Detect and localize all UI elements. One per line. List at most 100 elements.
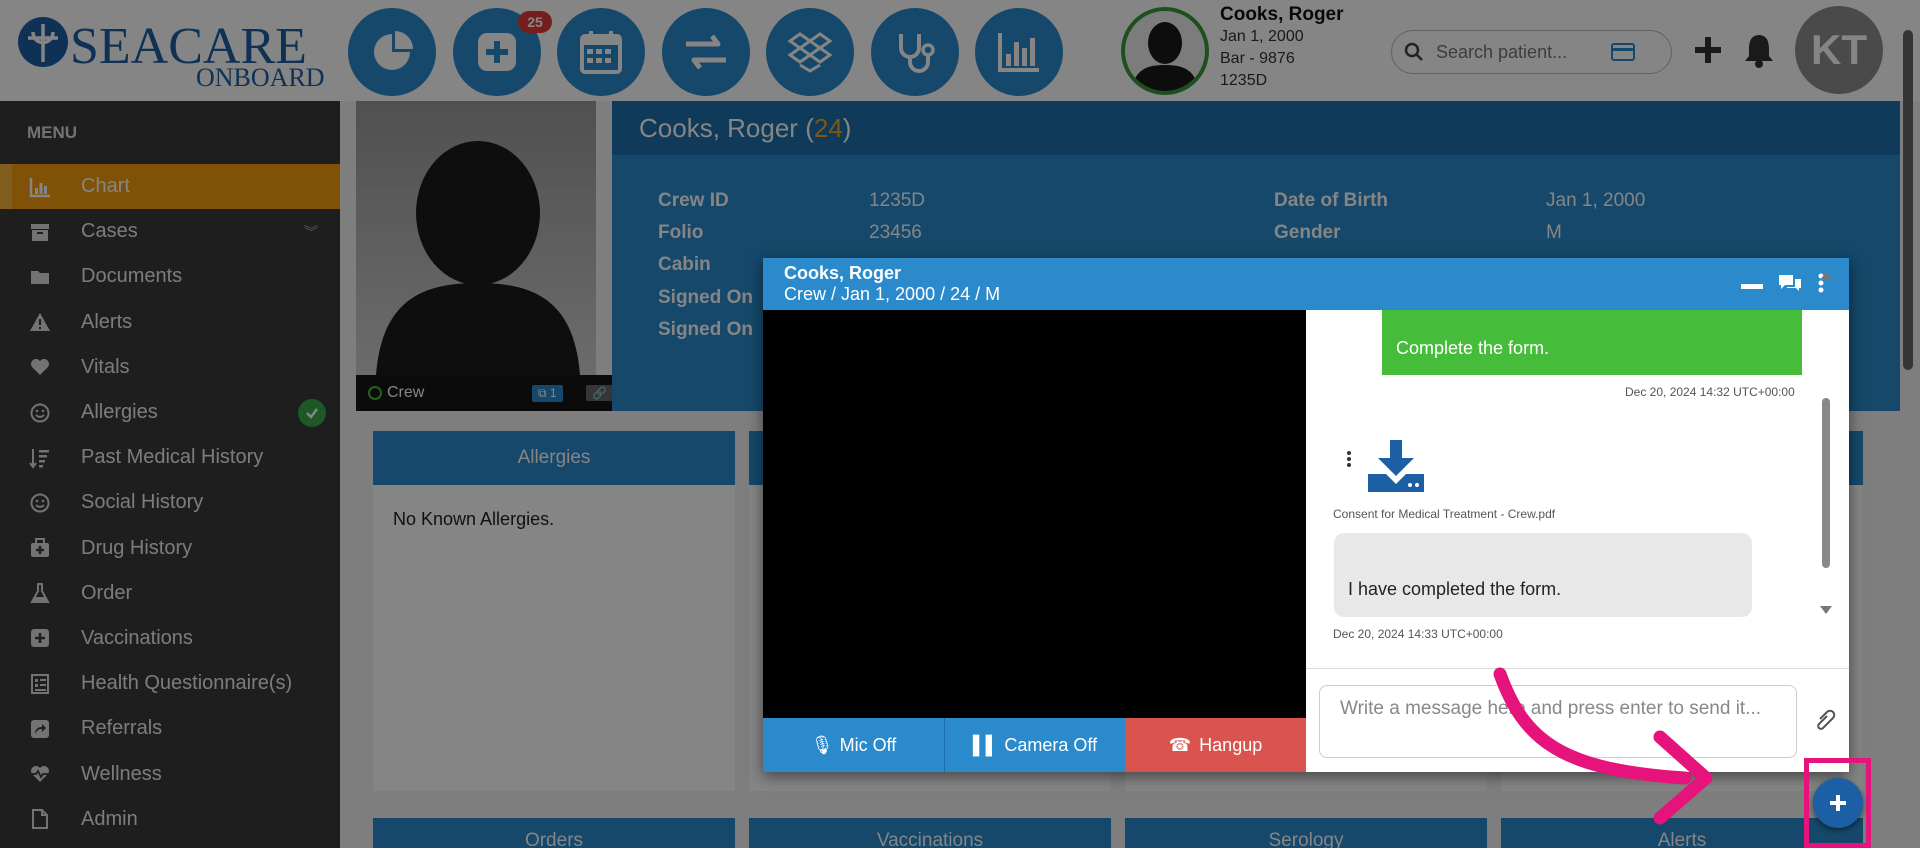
folio-value: 23456 bbox=[869, 222, 922, 243]
sidebar-item-vaccinations[interactable]: Vaccinations bbox=[0, 616, 340, 661]
dob-label: Date of Birth bbox=[1274, 190, 1388, 211]
page-scrollbar[interactable] bbox=[1903, 30, 1913, 370]
sidebar-item-alerts[interactable]: Alerts bbox=[0, 300, 340, 345]
attachment-file-name[interactable]: Consent for Medical Treatment - Crew.pdf bbox=[1333, 507, 1555, 521]
serology-card-header: Serology bbox=[1125, 818, 1487, 848]
phone-hangup-icon: ☎ bbox=[1168, 734, 1192, 755]
quick-add-button[interactable] bbox=[1692, 33, 1724, 67]
dashboard-icon bbox=[374, 31, 413, 70]
dob-value: Jan 1, 2000 bbox=[1546, 190, 1646, 211]
warning-icon bbox=[30, 313, 50, 332]
file-icon bbox=[32, 809, 48, 830]
patient-header-title: Cooks, Roger (24) bbox=[612, 101, 1900, 155]
sidebar-item-social-history[interactable]: Social History bbox=[0, 480, 340, 525]
card-scan-icon[interactable] bbox=[1611, 43, 1635, 61]
seacare-logo[interactable]: SEACARE ONBOARD bbox=[16, 10, 330, 92]
form-icon bbox=[31, 673, 49, 694]
signed-on-label: Signed On bbox=[658, 287, 753, 308]
sidebar-item-cases[interactable]: Cases ︾ bbox=[0, 209, 340, 254]
chevron-double-down-icon[interactable]: ︾ bbox=[304, 222, 318, 242]
calendar-icon bbox=[580, 31, 622, 74]
link-icon[interactable]: 🔗 bbox=[586, 385, 613, 401]
dashboard-button[interactable] bbox=[348, 8, 436, 96]
sidebar-item-vitals[interactable]: Vitals bbox=[0, 345, 340, 390]
patient-dob: Jan 1, 2000 bbox=[1220, 28, 1304, 45]
sidebar-item-drug-history[interactable]: Drug History bbox=[0, 526, 340, 571]
sidebar-item-allergies[interactable]: Allergies bbox=[0, 390, 340, 435]
patient-search bbox=[1391, 30, 1672, 74]
orders-card-header: Orders bbox=[373, 818, 735, 848]
sidebar-item-label: Referrals bbox=[81, 717, 163, 740]
video-call-header[interactable]: Cooks, Roger Crew / Jan 1, 2000 / 24 / M bbox=[763, 258, 1849, 310]
mic-off-button[interactable]: 🎙 Mic Off bbox=[763, 718, 944, 772]
patient-photo[interactable]: Crew ⧉ 1 🔗 bbox=[356, 101, 626, 411]
sidebar-item-chart[interactable]: Chart bbox=[0, 164, 340, 210]
crew-id-label: Crew ID bbox=[658, 190, 729, 211]
chat-panel: Complete the form. Dec 20, 2024 14:32 UT… bbox=[1306, 310, 1849, 772]
sidebar-item-label: Health Questionnaire(s) bbox=[81, 672, 293, 695]
video-feed bbox=[763, 310, 1306, 718]
chat-icon[interactable] bbox=[1777, 272, 1803, 294]
cabin-label: Cabin bbox=[658, 254, 711, 275]
paperclip-icon[interactable] bbox=[1814, 707, 1836, 733]
floating-add-button[interactable] bbox=[1813, 778, 1863, 828]
user-avatar[interactable]: KT bbox=[1795, 6, 1883, 94]
sidebar-item-label: Alerts bbox=[81, 310, 133, 333]
folio-label: Folio bbox=[658, 222, 704, 243]
sidebar-item-referrals[interactable]: Referrals bbox=[0, 706, 340, 751]
menu-title: MENU bbox=[27, 123, 78, 142]
sidebar-item-label: Documents bbox=[81, 265, 183, 288]
attachments-count: 1 bbox=[549, 385, 557, 400]
photo-footer: Crew ⧉ 1 🔗 bbox=[356, 375, 626, 411]
patient-summary[interactable]: Cooks, Roger Jan 1, 2000 Bar - 9876 1235… bbox=[1220, 4, 1344, 92]
gender-value: M bbox=[1546, 222, 1562, 243]
transfer-button[interactable] bbox=[662, 8, 750, 96]
logo-subtext: ONBOARD bbox=[196, 63, 325, 90]
message-timestamp: Dec 20, 2024 14:33 UTC+00:00 bbox=[1333, 627, 1503, 641]
message-text: I have completed the form. bbox=[1348, 579, 1562, 599]
sidebar-item-admin[interactable]: Admin bbox=[0, 797, 340, 842]
sidebar-item-label: Chart bbox=[81, 175, 130, 198]
vaccinations-card-header: Vaccinations bbox=[749, 818, 1111, 848]
patient-name: Cooks, Roger bbox=[1220, 4, 1344, 25]
sidebar-item-label: Social History bbox=[81, 491, 204, 514]
notifications-button[interactable] bbox=[1742, 32, 1776, 68]
mic-slash-icon: 🎙 bbox=[810, 734, 834, 755]
crew-status-label: Crew bbox=[387, 384, 425, 401]
share-icon bbox=[31, 719, 49, 738]
hangup-button[interactable]: ☎ Hangup bbox=[1125, 718, 1306, 772]
dropbox-button[interactable] bbox=[766, 8, 854, 96]
chat-input-placeholder: Write a message here and press enter to … bbox=[1340, 698, 1762, 719]
sidebar-item-order[interactable]: Order bbox=[0, 571, 340, 616]
sidebar-item-label: Past Medical History bbox=[81, 446, 264, 469]
download-icon[interactable] bbox=[1366, 438, 1426, 492]
reports-button[interactable] bbox=[975, 8, 1063, 96]
minimize-icon[interactable] bbox=[1741, 284, 1763, 289]
mic-off-label: Mic Off bbox=[839, 734, 897, 755]
search-input[interactable] bbox=[1436, 41, 1611, 63]
plus-icon bbox=[1695, 37, 1721, 63]
sidebar-item-wellness[interactable]: Wellness bbox=[0, 751, 340, 796]
bar-chart-icon bbox=[998, 33, 1039, 72]
sidebar-item-label: Cases bbox=[81, 220, 138, 243]
search-icon bbox=[1404, 42, 1423, 61]
sidebar-item-label: Drug History bbox=[81, 536, 193, 559]
more-vertical-icon[interactable] bbox=[1346, 450, 1352, 468]
patient-avatar[interactable] bbox=[1121, 7, 1209, 95]
chat-scrollbar[interactable] bbox=[1819, 268, 1833, 618]
crew-id-value: 1235D bbox=[869, 190, 925, 211]
attachments-badge[interactable]: ⧉ 1 bbox=[532, 384, 563, 402]
stethoscope-icon bbox=[899, 34, 935, 73]
calendar-button[interactable] bbox=[557, 8, 645, 96]
sidebar-item-past-medical-history[interactable]: Past Medical History bbox=[0, 435, 340, 480]
camera-off-button[interactable]: ▌▌ Camera Off bbox=[944, 718, 1125, 772]
chat-message-outgoing: Complete the form. bbox=[1382, 310, 1802, 375]
plus-square-icon bbox=[31, 629, 49, 648]
sidebar-item-documents[interactable]: Documents bbox=[0, 254, 340, 299]
allergies-text: No Known Allergies. bbox=[393, 509, 555, 529]
stethoscope-button[interactable] bbox=[871, 8, 959, 96]
chat-message-input[interactable]: Write a message here and press enter to … bbox=[1319, 685, 1797, 758]
sidebar-item-health-questionnaires[interactable]: Health Questionnaire(s) bbox=[0, 661, 340, 706]
call-patient-name: Cooks, Roger bbox=[784, 263, 902, 283]
chat-message-incoming: I have completed the form. bbox=[1334, 533, 1752, 617]
